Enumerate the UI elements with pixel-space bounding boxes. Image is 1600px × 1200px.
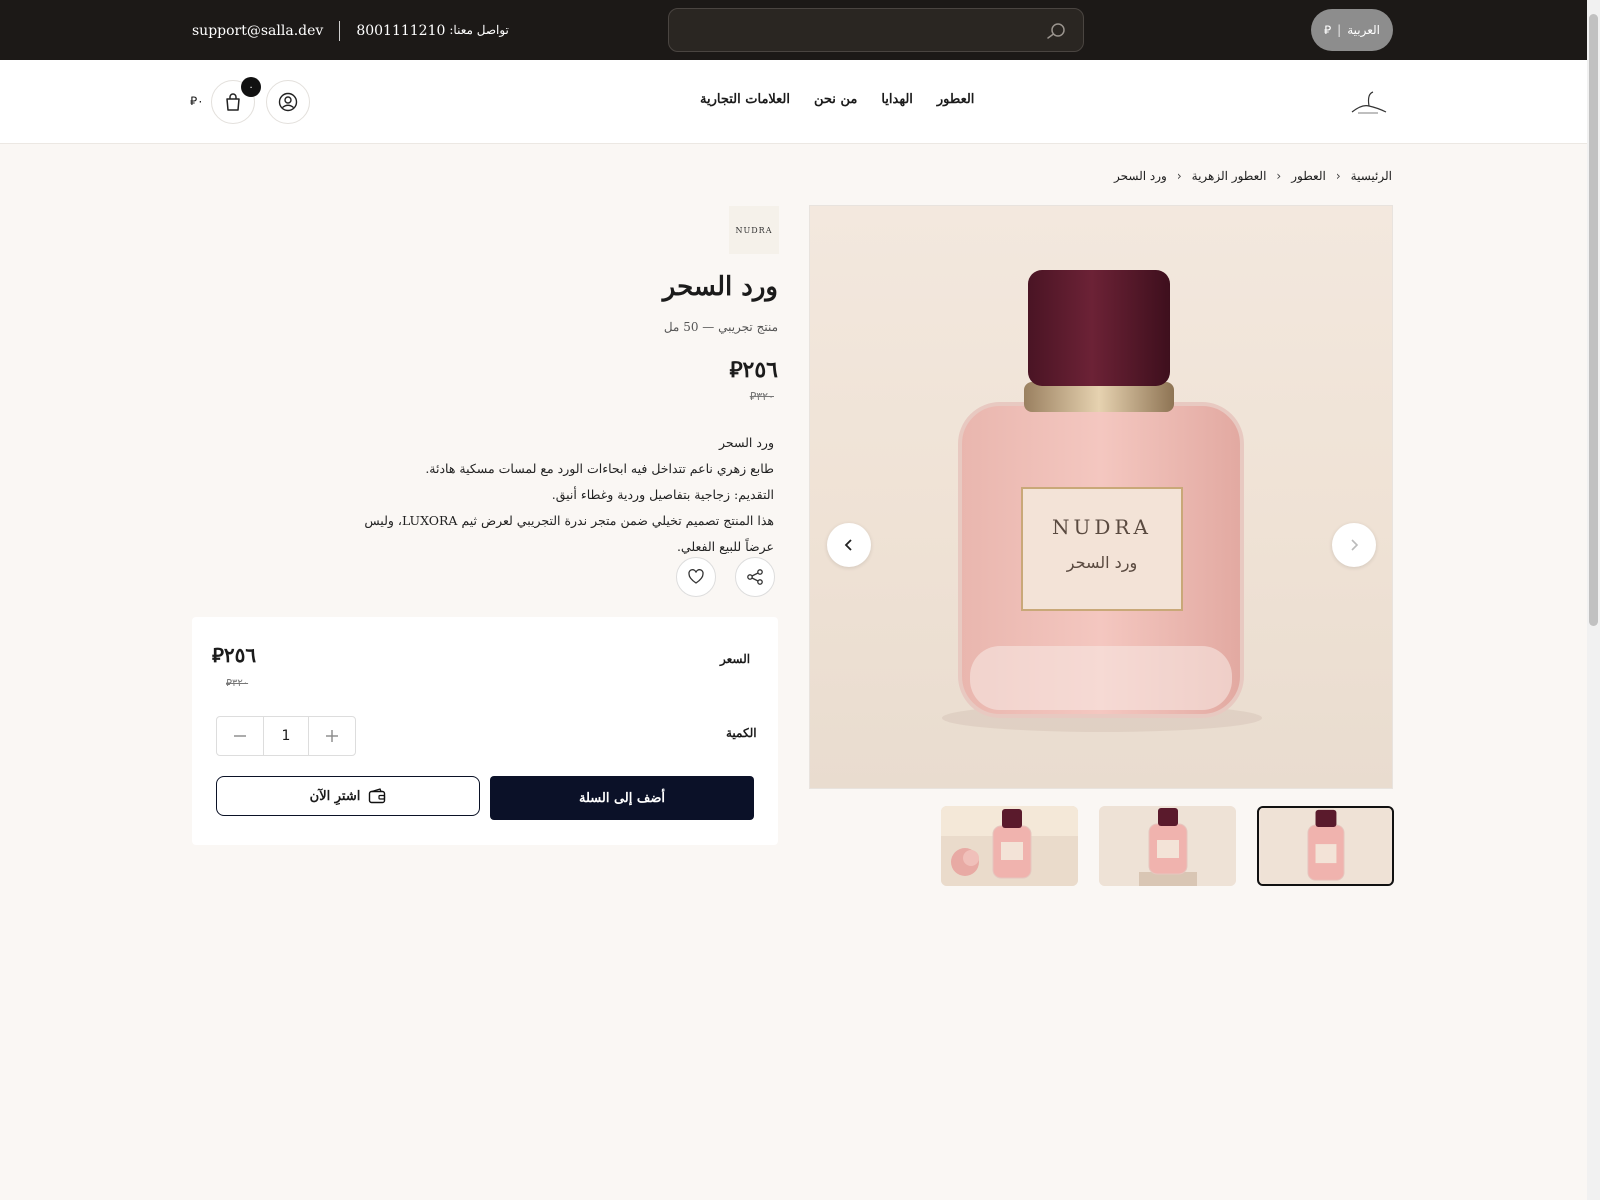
site-header: العطور الهدايا من نحن العلامات التجارية …	[0, 60, 1600, 144]
plus-icon	[326, 730, 338, 742]
phone-number: 8001111210	[356, 23, 446, 39]
product-subtitle: منتج تجريبي — 50 مل	[663, 320, 778, 334]
chevron-left-icon: ‹	[1276, 169, 1282, 183]
heart-icon	[688, 569, 704, 584]
description-line: التقديم: زجاجية بتفاصيل وردية وغطاء أنيق…	[551, 487, 774, 502]
purchase-price: ٢٥٦⃁	[212, 643, 257, 667]
nav-item-brands[interactable]: العلامات التجارية	[700, 92, 790, 116]
quantity-stepper: 1	[216, 716, 356, 756]
cart-total: ⃁٠	[190, 94, 204, 108]
thumbnail-2[interactable]	[1099, 806, 1236, 886]
share-icon	[747, 569, 763, 585]
bottle-label-text: ورد السحر	[1066, 553, 1137, 573]
perfume-bottle-image: NUDRA ورد السحر	[942, 270, 1262, 732]
buy-now-button[interactable]: اشترِ الآن	[216, 776, 480, 816]
increase-quantity-button[interactable]	[309, 717, 355, 755]
bottle-brand-text: NUDRA	[1052, 515, 1152, 539]
cart-count-badge: ٠	[241, 77, 261, 97]
gallery-prev-button[interactable]	[827, 523, 871, 567]
user-icon	[278, 92, 298, 112]
breadcrumb-floral[interactable]: العطور الزهرية	[1192, 169, 1267, 183]
minus-icon	[234, 735, 246, 737]
nav-item-about[interactable]: من نحن	[814, 92, 857, 116]
search-icon[interactable]	[1045, 21, 1067, 41]
search-input[interactable]	[669, 9, 1083, 51]
gallery-next-button[interactable]	[1332, 523, 1376, 567]
shopping-bag-icon	[226, 93, 240, 111]
product-old-price: ٣٢٠⃁	[749, 390, 774, 403]
search-box[interactable]	[668, 8, 1084, 52]
main-nav: العطور الهدايا من نحن العلامات التجارية	[700, 92, 974, 116]
wallet-icon	[369, 788, 386, 804]
thumbnail-1[interactable]	[1257, 806, 1394, 886]
product-title: ورد السحر	[662, 272, 778, 302]
contact-info: support@salla.dev تواصل معنا: 8001111210	[192, 20, 509, 42]
nav-item-perfumes[interactable]: العطور	[937, 92, 975, 116]
product-price: ٢٥٦⃁	[729, 357, 778, 383]
chevron-left-icon	[844, 539, 852, 551]
language-label: العربية	[1347, 23, 1380, 37]
product-description: ورد السحر طابع زهري ناعم تتداخل فيه ابحا…	[340, 430, 774, 560]
price-label: السعر	[720, 652, 751, 666]
purchase-old-price: ٣٢٠⃁	[226, 678, 249, 689]
thumbnail-strip	[941, 806, 1394, 886]
scrollbar-thumb[interactable]	[1589, 14, 1598, 626]
account-button[interactable]	[266, 80, 310, 124]
chevron-left-icon: ‹	[1176, 169, 1182, 183]
language-currency-button[interactable]: العربية | ⃁	[1311, 9, 1393, 51]
quantity-value[interactable]: 1	[263, 717, 309, 755]
description-line: ورد السحر	[718, 435, 774, 450]
perfume-bottle-image	[1099, 806, 1236, 886]
top-bar: العربية | ⃁ support@salla.dev تواصل معنا…	[0, 0, 1600, 60]
description-line: طابع زهري ناعم تتداخل فيه ابحاءات الورد …	[425, 461, 774, 476]
nav-item-gifts[interactable]: الهدايا	[881, 92, 913, 116]
share-button[interactable]	[735, 557, 775, 597]
support-email[interactable]: support@salla.dev	[192, 23, 323, 39]
breadcrumb-current: ورد السحر	[1114, 169, 1167, 183]
phone-label: تواصل معنا:	[449, 23, 509, 37]
currency-symbol: ⃁	[1324, 22, 1332, 37]
page-scrollbar[interactable]	[1587, 0, 1600, 1200]
store-logo[interactable]	[1348, 84, 1390, 120]
chevron-left-icon: ‹	[1335, 169, 1341, 183]
brand-logo[interactable]: NUDRA	[729, 206, 779, 254]
cart-button[interactable]: ٠	[211, 77, 261, 124]
perfume-bottle-image	[941, 806, 1078, 886]
quantity-label: الكمية	[726, 726, 757, 740]
breadcrumb: الرئيسية ‹ العطور ‹ العطور الزهرية ‹ ورد…	[1100, 166, 1392, 186]
wishlist-button[interactable]	[676, 557, 716, 597]
decrease-quantity-button[interactable]	[217, 717, 263, 755]
phone-contact[interactable]: تواصل معنا: 8001111210	[356, 23, 509, 39]
buy-now-label: اشترِ الآن	[309, 788, 361, 804]
breadcrumb-perfumes[interactable]: العطور	[1291, 169, 1326, 183]
description-line: هذا المنتج تصميم تخيلي ضمن متجر ندرة الت…	[364, 513, 774, 554]
product-main-image[interactable]: NUDRA ورد السحر	[809, 205, 1393, 789]
add-to-cart-button[interactable]: أضف إلى السلة	[490, 776, 754, 820]
divider	[339, 21, 341, 41]
perfume-bottle-image	[1260, 808, 1391, 884]
thumbnail-3[interactable]	[941, 806, 1078, 886]
chevron-right-icon	[1351, 539, 1359, 551]
breadcrumb-home[interactable]: الرئيسية	[1351, 169, 1392, 183]
